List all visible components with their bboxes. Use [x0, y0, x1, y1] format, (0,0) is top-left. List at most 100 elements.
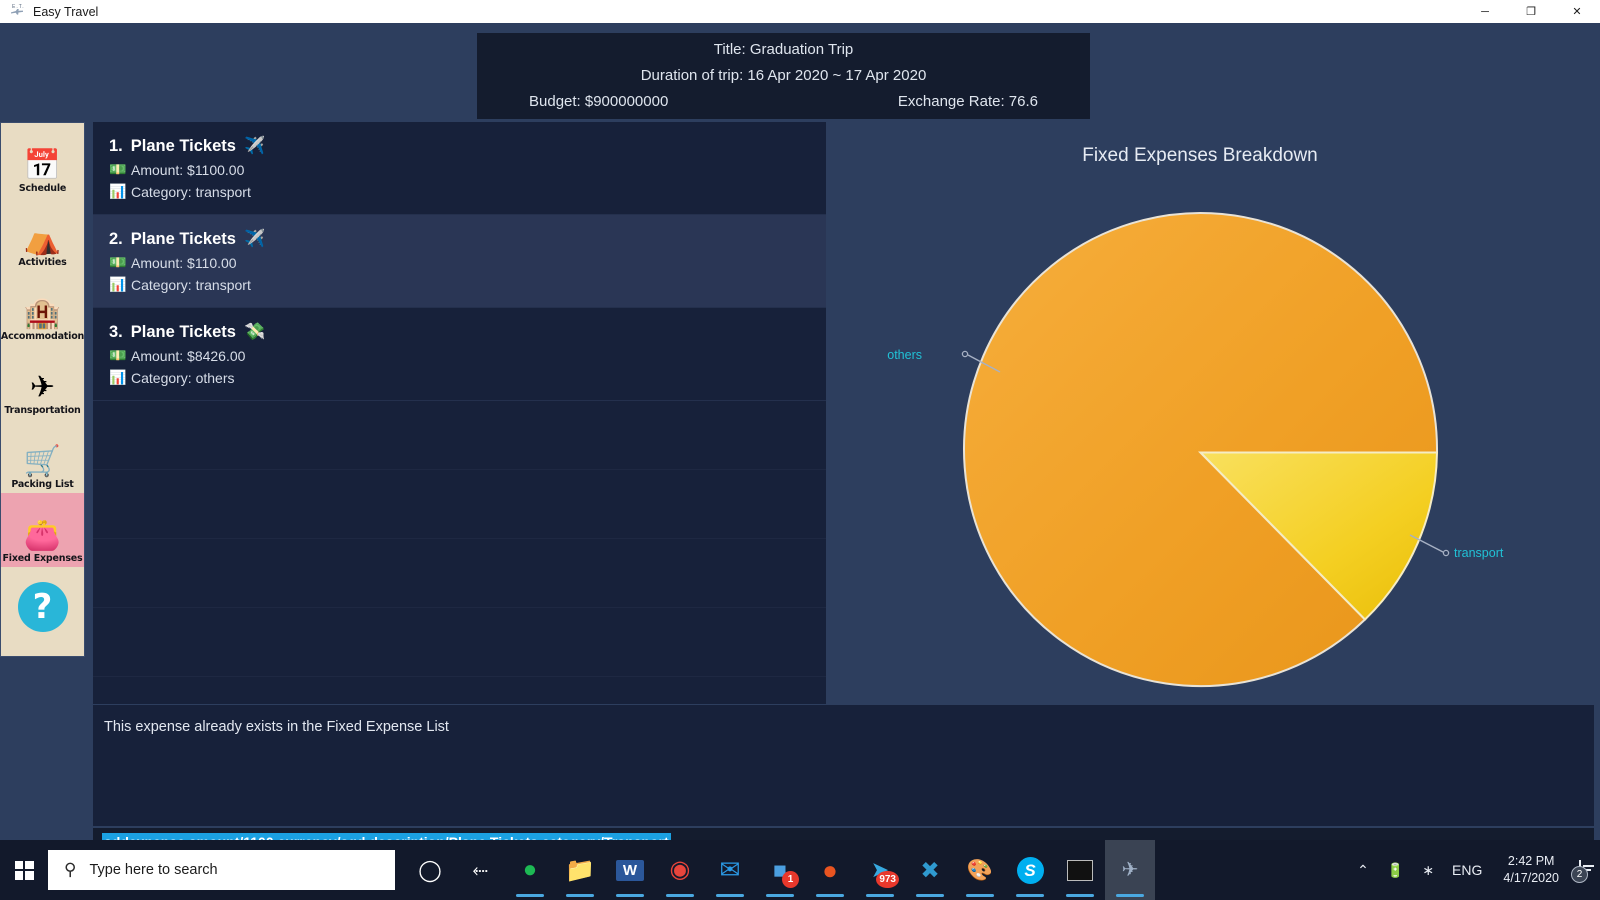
language-indicator[interactable]: ENG: [1443, 862, 1491, 878]
easy-travel-icon: ✈: [1121, 859, 1139, 881]
taskbar-app-whatsapp[interactable]: ■ 1: [755, 840, 805, 900]
show-hidden-icons-button[interactable]: ⌃: [1348, 862, 1378, 879]
running-indicator: [566, 894, 594, 897]
windows-logo-icon: [14, 860, 34, 880]
trip-budget: Budget: $900000000: [529, 93, 669, 110]
taskbar-app-spotify[interactable]: ●: [505, 840, 555, 900]
sidebar-item-activities[interactable]: ⛺ Activities: [1, 197, 84, 271]
maximize-button[interactable]: ❐: [1508, 0, 1554, 23]
notification-badge: 1: [782, 871, 799, 888]
fixed-expenses-chart: Fixed Expenses Breakdown others transpor…: [840, 122, 1600, 705]
taskbar-app-mail[interactable]: ✉: [705, 840, 755, 900]
expense-category: Category: transport: [131, 184, 251, 200]
table-row[interactable]: 1. Plane Tickets ✈️ 💵 Amount: $1100.00 📊…: [93, 122, 826, 215]
list-item-empty: [93, 539, 826, 608]
taskbar-app-vscode[interactable]: ✖: [905, 840, 955, 900]
close-button[interactable]: ✕: [1554, 0, 1600, 23]
taskbar-app-skype[interactable]: S: [1005, 840, 1055, 900]
sidebar-item-schedule[interactable]: 📅 Schedule: [1, 123, 84, 197]
pie-label-others: others: [887, 348, 922, 362]
notification-center-button[interactable]: 2: [1571, 860, 1594, 883]
taskbar-app-word[interactable]: W: [605, 840, 655, 900]
list-item-empty: [93, 401, 826, 470]
sidebar-item-label: Fixed Expenses: [2, 553, 83, 564]
start-button[interactable]: [0, 840, 48, 900]
file-explorer-icon: 📁: [565, 856, 595, 884]
search-icon: ⚲: [64, 860, 77, 879]
expense-title: 2. Plane Tickets ✈️: [109, 229, 826, 249]
taskbar-app-chrome[interactable]: ◉: [655, 840, 705, 900]
sidebar-item-packing-list[interactable]: 🛒 Packing List: [1, 419, 84, 493]
running-indicator: [1116, 894, 1144, 897]
clock[interactable]: 2:42 PM 4/17/2020: [1491, 853, 1571, 887]
mail-icon: ✉: [719, 855, 741, 884]
taskbar-app-ubuntu[interactable]: ●: [805, 840, 855, 900]
taskbar-app-terminal[interactable]: [1055, 840, 1105, 900]
sidebar-item-label: Schedule: [18, 183, 67, 194]
chrome-icon: ◉: [669, 856, 691, 883]
list-item-empty: [93, 470, 826, 539]
sidebar-item-label: Activities: [18, 257, 67, 268]
sidebar-item-transportation[interactable]: ✈ Transportation: [1, 345, 84, 419]
table-row[interactable]: 3. Plane Tickets 💸 💵 Amount: $8426.00 📊 …: [93, 308, 826, 401]
hotel-icon: 🏨: [23, 296, 62, 331]
app-plane-icon: E.T.: [9, 4, 25, 20]
status-message: This expense already exists in the Fixed…: [104, 719, 449, 735]
battery-icon[interactable]: 🔋: [1378, 862, 1413, 879]
wifi-icon[interactable]: ∗: [1413, 862, 1443, 879]
sidebar-item-label: Packing List: [11, 479, 74, 490]
sidebar-item-accommodation[interactable]: 🏨 Accommodation: [1, 271, 84, 345]
taskbar-app-paint[interactable]: 🎨: [955, 840, 1005, 900]
sidebar-item-fixed-expenses[interactable]: 👛 Fixed Expenses: [1, 493, 84, 567]
expense-index: 1.: [109, 136, 123, 155]
status-message-box: This expense already exists in the Fixed…: [93, 705, 1594, 826]
clock-time: 2:42 PM: [1507, 854, 1555, 868]
expense-amount-line: 💵 Amount: $8426.00: [109, 348, 826, 364]
money-exchange-icon: 💸: [243, 322, 266, 342]
expense-amount-line: 💵 Amount: $1100.00: [109, 162, 826, 178]
system-tray: ⌃ 🔋 ∗ ENG 2:42 PM 4/17/2020 2: [1348, 840, 1600, 900]
app-window: Title: Graduation Trip Duration of trip:…: [0, 23, 1600, 856]
expense-category-line: 📊 Category: others: [109, 370, 826, 386]
taskbar-app-telegram[interactable]: ➤ 973: [855, 840, 905, 900]
fixed-expense-list[interactable]: 1. Plane Tickets ✈️ 💵 Amount: $1100.00 📊…: [93, 122, 826, 704]
windows-taskbar: ⚲ Type here to search ◯ ⬸ ● 📁 W ◉ ✉ ■ 1 …: [0, 840, 1600, 900]
expense-title: 1. Plane Tickets ✈️: [109, 136, 826, 156]
expense-name: Plane Tickets: [130, 229, 236, 248]
taskbar-app-easy-travel[interactable]: ✈: [1105, 840, 1155, 900]
search-placeholder: Type here to search: [89, 862, 218, 878]
table-row[interactable]: 2. Plane Tickets ✈️ 💵 Amount: $110.00 📊 …: [93, 215, 826, 308]
question-mark-icon: ?: [17, 582, 68, 632]
taskbar-cortana-button[interactable]: ◯: [405, 840, 455, 900]
expense-name: Plane Tickets: [130, 136, 236, 155]
taskbar-app-file-explorer[interactable]: 📁: [555, 840, 605, 900]
tent-night-icon: ⛺: [23, 222, 62, 257]
expense-category-line: 📊 Category: transport: [109, 277, 826, 293]
running-indicator: [666, 894, 694, 897]
money-icon: 💵: [109, 255, 127, 271]
terminal-icon: [1067, 859, 1093, 881]
expense-category: Category: transport: [131, 277, 251, 293]
sidebar-item-label: Accommodation: [0, 331, 85, 342]
expense-amount: Amount: $8426.00: [131, 348, 246, 364]
running-indicator: [516, 894, 544, 897]
luggage-icon: 🛒: [23, 444, 62, 479]
ubuntu-icon: ●: [822, 855, 838, 885]
paint-icon: 🎨: [966, 857, 994, 882]
airplane-icon: ✈: [29, 370, 56, 405]
money-icon: 💵: [109, 162, 127, 178]
help-button[interactable]: ?: [1, 567, 84, 647]
running-indicator: [716, 894, 744, 897]
taskbar-task-view-button[interactable]: ⬸: [455, 840, 505, 900]
trip-info-panel: Title: Graduation Trip Duration of trip:…: [477, 33, 1090, 119]
running-indicator: [1016, 894, 1044, 897]
expense-category-line: 📊 Category: transport: [109, 184, 826, 200]
trip-title: Title: Graduation Trip: [713, 41, 854, 58]
search-input[interactable]: ⚲ Type here to search: [48, 850, 395, 890]
expense-index: 2.: [109, 229, 123, 248]
trip-budget-row: Budget: $900000000 Exchange Rate: 76.6: [501, 89, 1066, 115]
clock-date: 4/17/2020: [1503, 871, 1559, 885]
minimize-button[interactable]: ─: [1462, 0, 1508, 23]
trip-duration: Duration of trip: 16 Apr 2020 ~ 17 Apr 2…: [640, 67, 927, 84]
ledger-icon: 📊: [109, 184, 127, 200]
